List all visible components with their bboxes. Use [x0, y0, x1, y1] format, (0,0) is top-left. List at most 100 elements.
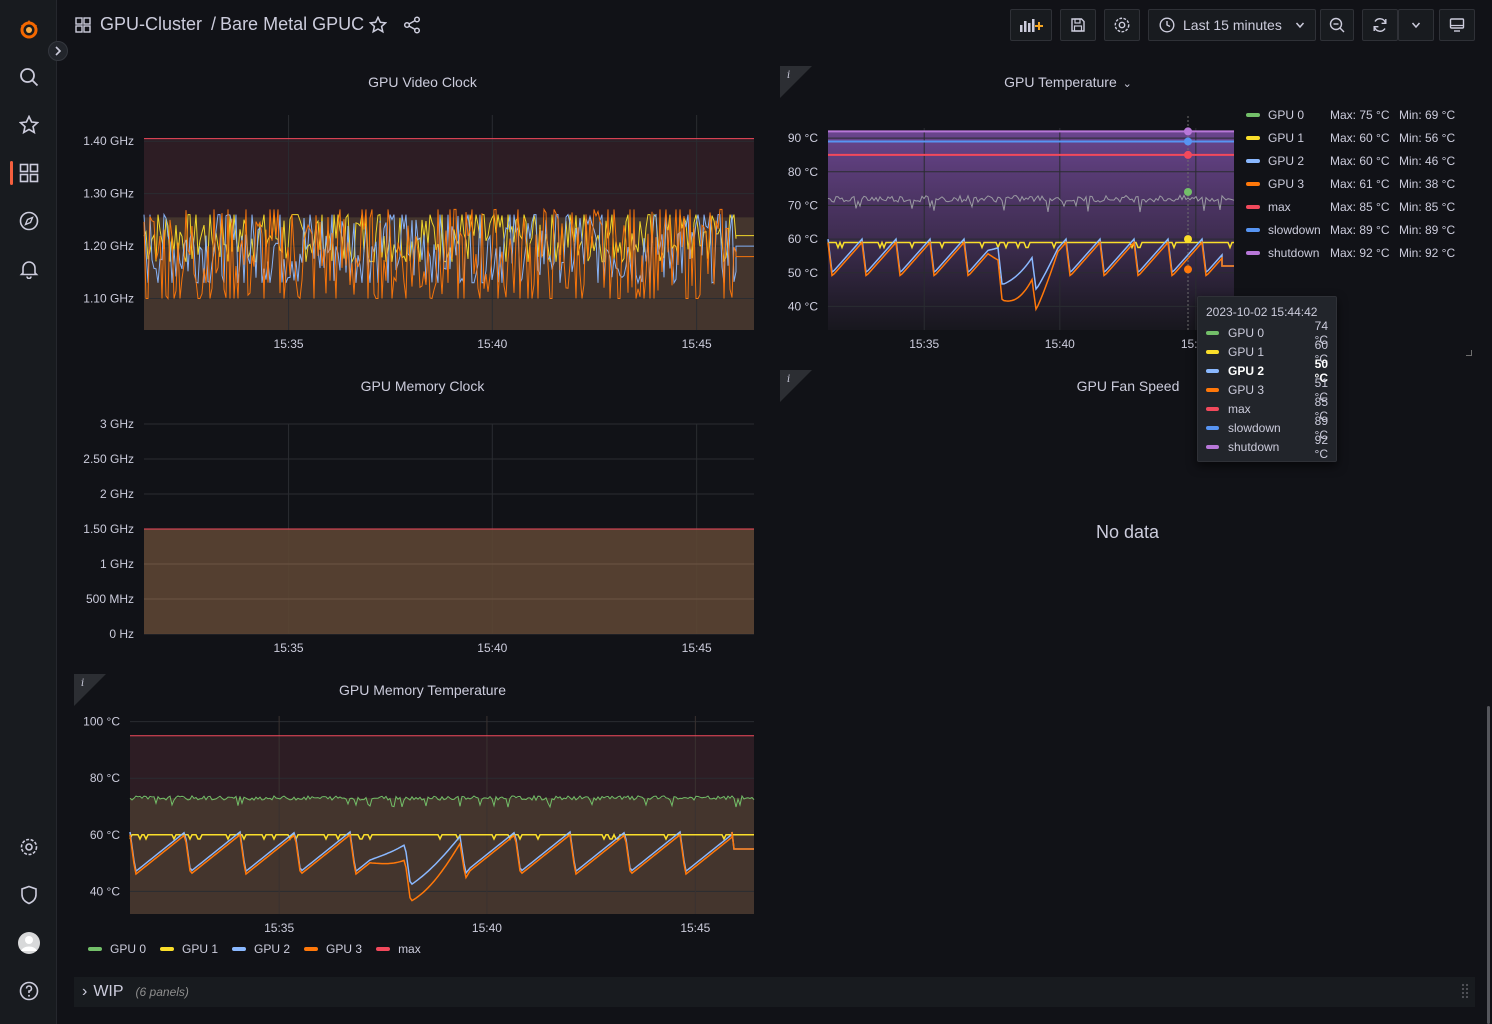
legend-name: max: [1268, 200, 1291, 214]
legend-item[interactable]: GPU 2: [232, 942, 290, 956]
view-mode-button[interactable]: [1439, 9, 1475, 41]
tooltip-series-name: GPU 1: [1227, 344, 1264, 359]
x-tick-label: 15:35: [274, 337, 304, 351]
dashboard-title[interactable]: Bare Metal GPUC: [220, 14, 364, 34]
refresh-button[interactable]: [1362, 9, 1398, 41]
threshold-region: [144, 138, 754, 218]
legend-name: shutdown: [1268, 246, 1320, 260]
legend-item[interactable]: GPU 0 Max: 75 °C Min: 69 °C: [1246, 106, 1455, 124]
legend-item[interactable]: GPU 1 Max: 60 °C Min: 56 °C: [1246, 129, 1455, 147]
y-tick-label: 1.10 GHz: [83, 292, 134, 306]
tooltip-row: shutdown 92 °C: [1206, 433, 1328, 461]
tooltip-series-name: GPU 2: [1227, 363, 1264, 378]
legend-name: GPU 1: [182, 942, 219, 956]
time-picker-button[interactable]: Last 15 minutes: [1148, 9, 1316, 41]
refresh-interval-button[interactable]: [1398, 9, 1434, 41]
panel-gpu-fan-speed[interactable]: i GPU Fan Speed: [780, 370, 1476, 662]
legend-item[interactable]: GPU 3: [304, 942, 362, 956]
legend-name: GPU 3: [1268, 177, 1305, 191]
chart-gpu-temperature[interactable]: 90 °C 80 °C 70 °C 60 °C 50 °C 40 °C 15:35 15:40…: [780, 100, 1240, 358]
drag-handle-icon[interactable]: [1461, 983, 1469, 1004]
monitor-icon: [1449, 18, 1465, 32]
legend-item[interactable]: max: [376, 942, 421, 956]
help-icon[interactable]: [16, 978, 42, 1004]
tooltip-swatch: [1206, 425, 1219, 430]
legend-name: GPU 2: [1268, 154, 1305, 168]
dashboard-grid-icon: [75, 17, 91, 36]
legend-min: Min: 46 °C: [1399, 154, 1456, 168]
explore-icon[interactable]: [16, 208, 42, 234]
legend-item[interactable]: GPU 0: [88, 942, 146, 956]
row-panel-count: (6 panels): [135, 985, 189, 999]
panel-title[interactable]: GPU Temperature ⌄: [660, 74, 1476, 90]
y-tick-label: 1 GHz: [100, 557, 134, 571]
chart-gpu-video-clock[interactable]: 1.40 GHz 1.30 GHz 1.20 GHz 1.10 GHz 15:35 15:…: [74, 100, 771, 358]
y-tick-label: 40 °C: [90, 884, 120, 898]
legend-item[interactable]: max Max: 85 °C Min: 85 °C: [1246, 198, 1455, 216]
threshold-area: [828, 131, 1234, 330]
topbar: GPU-Cluster / Bare Metal GPUC Last 15 min…: [58, 0, 1492, 50]
star-icon[interactable]: [368, 15, 388, 37]
add-panel-button[interactable]: [1010, 9, 1052, 41]
expand-menu-button[interactable]: [48, 41, 68, 61]
no-data-message: No data: [1096, 522, 1160, 542]
save-dashboard-button[interactable]: [1060, 9, 1096, 41]
panel-title: GPU Fan Speed: [1076, 378, 1180, 394]
legend-min: Min: 38 °C: [1399, 177, 1456, 191]
row-wip[interactable]: › WIP (6 panels): [74, 977, 1475, 1007]
zoom-out-icon: [1329, 17, 1345, 33]
legend-item[interactable]: GPU 3 Max: 61 °C Min: 38 °C: [1246, 175, 1455, 193]
tooltip-swatch: [1206, 368, 1219, 373]
save-icon: [1071, 18, 1085, 32]
profile-icon[interactable]: [16, 930, 42, 956]
y-tick-label: 60 °C: [788, 232, 818, 246]
dashboard-settings-button[interactable]: [1104, 9, 1140, 41]
legend-min: Min: 92 °C: [1399, 246, 1456, 260]
chart-gpu-memory-clock[interactable]: 3 GHz 2.50 GHz 2 GHz 1.50 GHz 1 GHz 500 MHz 0 …: [74, 404, 771, 662]
legend-item[interactable]: GPU 2 Max: 60 °C Min: 46 °C: [1246, 152, 1455, 170]
tooltip-value: 92 °C: [1314, 432, 1328, 461]
x-tick-label: 15:35: [274, 641, 304, 655]
folder-link[interactable]: GPU-Cluster: [100, 14, 202, 34]
configuration-icon[interactable]: [16, 834, 42, 860]
memory-temperature-legend: GPU 0 GPU 1 GPU 2 GPU 3 max: [88, 942, 421, 956]
zoom-out-button[interactable]: [1320, 9, 1354, 41]
legend-name: GPU 0: [110, 942, 147, 956]
chart-gpu-memory-temperature[interactable]: 100 °C 80 °C 60 °C 40 °C 15:35 15:40 15:45: [74, 708, 771, 940]
grafana-logo-icon[interactable]: [16, 16, 42, 42]
legend-item[interactable]: shutdown Max: 92 °C Min: 92 °C: [1246, 244, 1455, 262]
legend-item[interactable]: slowdown Max: 89 °C Min: 89 °C: [1246, 221, 1455, 239]
add-panel-icon: [1020, 19, 1043, 32]
share-icon[interactable]: [403, 16, 421, 37]
chevron-down-icon: ⌄: [1122, 78, 1132, 90]
gear-icon: [1114, 17, 1130, 33]
y-tick-label: 1.30 GHz: [83, 187, 134, 201]
x-tick-label: 15:40: [472, 921, 502, 935]
search-icon[interactable]: [16, 64, 42, 90]
legend-max: Max: 92 °C: [1330, 246, 1390, 260]
legend-swatch: [160, 947, 175, 951]
resize-handle[interactable]: [1466, 350, 1472, 356]
breadcrumb-separator: /: [211, 14, 217, 34]
legend-name: slowdown: [1268, 223, 1321, 237]
y-tick-label: 40 °C: [788, 299, 818, 313]
legend-max: Max: 75 °C: [1330, 108, 1390, 122]
server-admin-icon[interactable]: [16, 882, 42, 908]
chevron-right-icon: [55, 46, 62, 56]
legend-item[interactable]: GPU 1: [160, 942, 218, 956]
legend-min: Min: 69 °C: [1399, 108, 1456, 122]
refresh-icon: [1373, 18, 1387, 32]
legend-min: Min: 56 °C: [1399, 131, 1456, 145]
alerting-icon[interactable]: [16, 256, 42, 282]
tooltip-swatch: [1206, 444, 1219, 449]
tooltip-swatch: [1206, 387, 1219, 392]
scrollbar[interactable]: [1487, 706, 1490, 1024]
legend-swatch: [1246, 182, 1260, 186]
legend-max: Max: 85 °C: [1330, 200, 1390, 214]
y-tick-label: 60 °C: [90, 828, 120, 842]
legend-swatch: [304, 947, 319, 951]
dashboards-icon[interactable]: [16, 160, 42, 186]
starred-icon[interactable]: [16, 112, 42, 138]
hover-point: [1184, 235, 1192, 244]
legend-swatch: [1246, 136, 1260, 140]
